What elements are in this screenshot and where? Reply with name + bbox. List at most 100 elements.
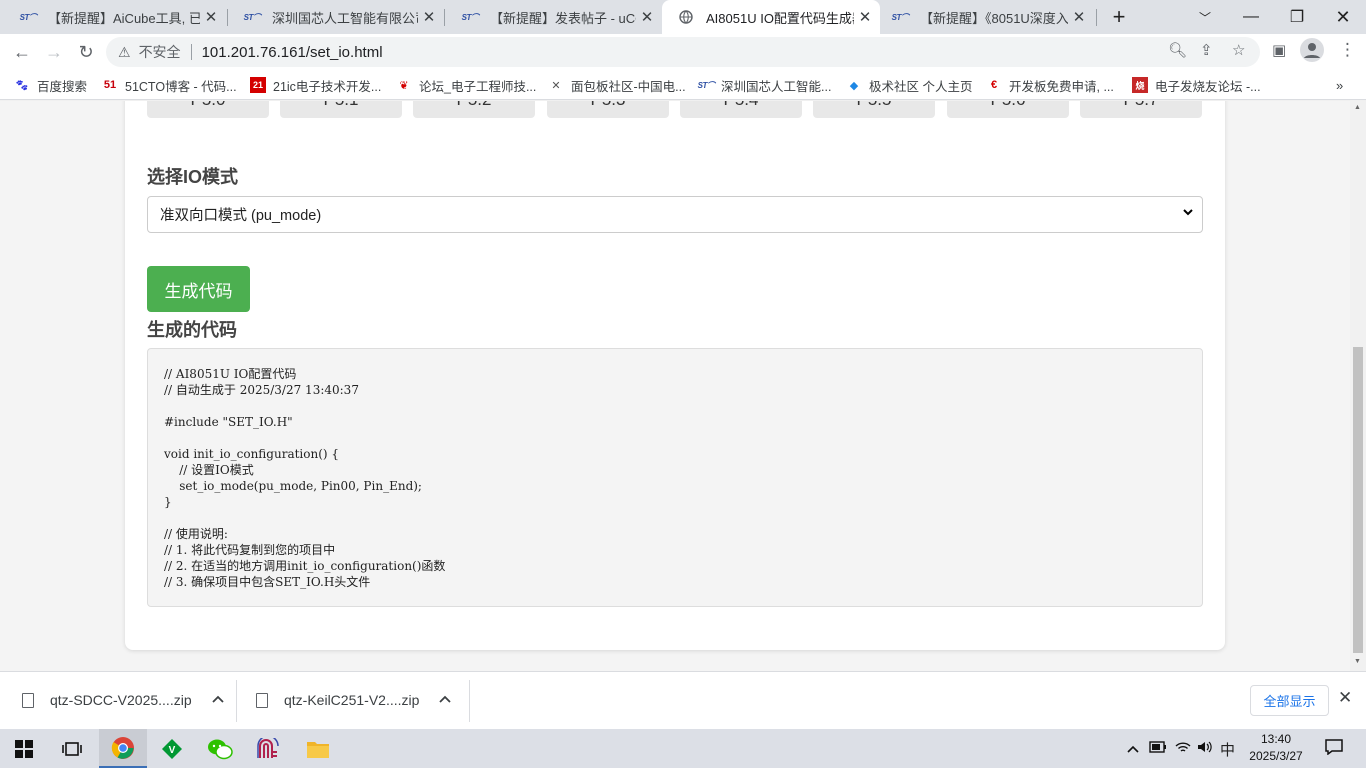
- close-icon[interactable]: ✕: [418, 8, 440, 26]
- share-icon[interactable]: ⇪: [1200, 41, 1213, 59]
- 51-icon: 51: [103, 79, 117, 91]
- pin-button[interactable]: P5.6: [947, 101, 1069, 118]
- bookmarks-bar: 🐾︎ 百度搜索 51 51CTO博客 - 代码... 21 21ic电子技术开发…: [0, 70, 1366, 100]
- bookmark-guoxin[interactable]: ST⌒ 深圳国芯人工智能...: [698, 76, 832, 94]
- 21-icon: 21: [250, 77, 266, 93]
- new-tab-button[interactable]: +: [1096, 0, 1142, 34]
- app-icon[interactable]: [244, 729, 292, 768]
- close-icon[interactable]: ✕: [636, 8, 658, 26]
- file-icon: [22, 692, 34, 708]
- code-line: // 1. 将此代码复制到您的项目中: [164, 543, 336, 557]
- close-icon[interactable]: ✕: [1068, 8, 1090, 26]
- bookmark-elecfans[interactable]: 烧 电子发烧友论坛 -...: [1132, 76, 1261, 94]
- code-output[interactable]: // AI8051U IO配置代码 // 自动生成于 2025/3/27 13:…: [147, 348, 1203, 607]
- side-panel-icon[interactable]: ▣: [1272, 41, 1286, 59]
- bookmark-label: 21ic电子技术开发...: [273, 79, 382, 94]
- task-view-icon[interactable]: [48, 729, 96, 768]
- chevron-up-icon[interactable]: [439, 694, 452, 706]
- close-icon[interactable]: ✕: [200, 8, 222, 26]
- tab-strip: ST⌒ 【新提醒】AiCube工具, 已 ✕ ST⌒ 深圳国芯人工智能有限公司-…: [0, 0, 1366, 34]
- battery-icon[interactable]: [1149, 740, 1167, 756]
- address-bar[interactable]: ⚠ 不安全 101.201.76.161/set_io.html: [106, 37, 1260, 67]
- pin-button[interactable]: P5.2: [413, 101, 535, 118]
- bookmark-label: 极术社区 个人主页: [869, 79, 973, 94]
- close-download-bar-icon[interactable]: ✕: [1338, 688, 1352, 708]
- st-logo-icon: ST⌒: [461, 12, 479, 22]
- chevron-up-icon[interactable]: [1127, 740, 1139, 756]
- warning-icon[interactable]: ⚠: [118, 44, 131, 61]
- notification-icon[interactable]: [1325, 739, 1343, 758]
- download-item[interactable]: qtz-SDCC-V2025....zip: [22, 680, 224, 720]
- system-clock[interactable]: 13:40 2025/3/27: [1244, 731, 1308, 765]
- more-bookmarks-icon[interactable]: »: [1336, 76, 1343, 94]
- generate-code-button[interactable]: 生成代码: [147, 266, 250, 312]
- window-close-icon[interactable]: ✕: [1320, 0, 1366, 34]
- windows-taskbar: V 中 13:40 2025/3/27: [0, 729, 1366, 768]
- pin-button[interactable]: P5.1: [280, 101, 402, 118]
- show-all-downloads-button[interactable]: 全部显示: [1250, 685, 1329, 716]
- io-mode-select[interactable]: 准双向口模式 (pu_mode): [147, 196, 1203, 233]
- pin-button[interactable]: P5.0: [147, 101, 269, 118]
- e-icon: €: [990, 79, 998, 91]
- page-viewport: P5.0 P5.1 P5.2 P5.3 P5.4 P5.5 P5.6 P5.7 …: [0, 101, 1350, 671]
- scroll-up-icon[interactable]: ▲: [1354, 104, 1361, 111]
- forward-icon[interactable]: →: [39, 37, 69, 67]
- globe-icon: [676, 10, 696, 24]
- page-scrollbar[interactable]: ▲ ▼: [1350, 101, 1366, 671]
- tab-title: 深圳国芯人工智能有限公司-: [272, 10, 418, 26]
- bookmark-star-icon[interactable]: ☆: [1232, 41, 1245, 59]
- pin-button[interactable]: P5.3: [547, 101, 669, 118]
- back-icon[interactable]: ←: [7, 37, 37, 67]
- tab-1[interactable]: ST⌒ 【新提醒】AiCube工具, 已 ✕: [4, 0, 226, 34]
- svg-text:V: V: [169, 745, 176, 756]
- start-icon[interactable]: [0, 729, 48, 768]
- bookmark-21ic[interactable]: 21 21ic电子技术开发...: [250, 76, 381, 94]
- folder-icon[interactable]: [294, 729, 342, 768]
- tab-4-active[interactable]: AI8051U IO配置代码生成器 ✕: [662, 0, 880, 34]
- tab-5[interactable]: ST⌒ 【新提醒】《8051U深度入门 ✕: [876, 0, 1094, 34]
- wifi-icon[interactable]: [1175, 740, 1191, 757]
- wechat-icon[interactable]: [196, 729, 244, 768]
- tab-2[interactable]: ST⌒ 深圳国芯人工智能有限公司- ✕: [228, 0, 444, 34]
- tab-3[interactable]: ST⌒ 【新提醒】发表帖子 - uCOS ✕: [446, 0, 662, 34]
- security-label[interactable]: 不安全: [139, 42, 181, 62]
- close-icon[interactable]: ✕: [854, 8, 876, 26]
- restore-icon[interactable]: ❐: [1274, 0, 1320, 34]
- download-divider: [469, 680, 470, 722]
- ime-indicator[interactable]: 中: [1220, 739, 1235, 760]
- scrollbar-thumb[interactable]: [1353, 347, 1363, 653]
- chevron-down-icon: [1182, 206, 1194, 221]
- bookmark-mianbaoban[interactable]: ✕ 面包板社区-中国电...: [548, 76, 685, 94]
- code-line: set_io_mode(pu_mode, Pin00, Pin_End);: [164, 479, 422, 493]
- menu-icon[interactable]: ⋮: [1339, 40, 1356, 60]
- minimize-icon[interactable]: —: [1228, 0, 1274, 34]
- url-text[interactable]: 101.201.76.161/set_io.html: [202, 44, 383, 61]
- bookmark-baidu[interactable]: 🐾︎ 百度搜索: [14, 76, 87, 94]
- bookmark-jishu[interactable]: ◆ 极术社区 个人主页: [846, 76, 973, 94]
- content-card: P5.0 P5.1 P5.2 P5.3 P5.4 P5.5 P5.6 P5.7 …: [125, 101, 1225, 650]
- pin-button[interactable]: P5.7: [1080, 101, 1202, 118]
- scroll-down-icon[interactable]: ▼: [1354, 658, 1361, 665]
- reload-icon[interactable]: ↻: [71, 37, 101, 67]
- pin-button[interactable]: P5.5: [813, 101, 935, 118]
- profile-avatar-icon[interactable]: [1300, 38, 1324, 66]
- io-mode-label: 选择IO模式: [147, 167, 239, 187]
- zoom-icon[interactable]: 🔍︎: [1168, 41, 1187, 59]
- bookmark-51cto[interactable]: 51 51CTO博客 - 代码...: [102, 76, 237, 94]
- chevron-up-icon[interactable]: [211, 694, 224, 706]
- bookmark-kaifaban[interactable]: € 开发板免费申请, ...: [986, 76, 1114, 94]
- bookmark-eeworld[interactable]: ❦ 论坛_电子工程师技...: [396, 76, 536, 94]
- chrome-icon[interactable]: [99, 729, 147, 768]
- download-item[interactable]: qtz-KeilC251-V2....zip: [256, 680, 452, 720]
- vim-icon[interactable]: V: [148, 729, 196, 768]
- elecfans-icon: 烧: [1132, 77, 1148, 93]
- io-mode-value: 准双向口模式 (pu_mode): [160, 208, 322, 224]
- mianbao-icon: ✕: [551, 79, 561, 92]
- tab-search-icon[interactable]: ﹀: [1182, 0, 1228, 34]
- pin-button[interactable]: P5.4: [680, 101, 802, 118]
- paw-icon: 🐾︎: [15, 79, 29, 92]
- volume-icon[interactable]: [1197, 740, 1213, 757]
- st-logo-icon: ST⌒: [891, 12, 909, 22]
